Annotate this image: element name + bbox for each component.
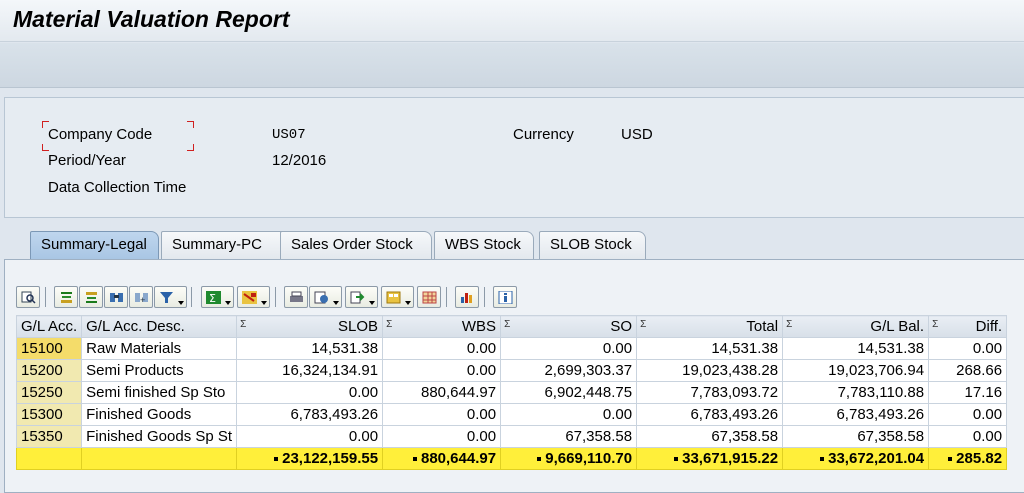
export-icon[interactable] [345,286,378,308]
tab-summary-legal[interactable]: Summary-Legal [30,231,159,259]
title-bar: Material Valuation Report [0,0,1024,42]
grid-icon[interactable] [417,286,441,308]
so-cell[interactable]: 2,699,303.37 [500,359,638,382]
subtotal-icon[interactable] [237,286,270,308]
table-header-row: G/L Acc. G/L Acc. Desc. Σ SLOB Σ WBS Σ SO Σ… [15,315,1008,338]
desc-cell[interactable]: Finished Goods [81,403,238,426]
diff-cell[interactable]: 268.66 [928,359,1008,382]
wbs-cell[interactable]: 0.00 [382,359,502,382]
col-gl-bal[interactable]: Σ G/L Bal. [782,315,930,338]
chart-icon[interactable] [455,286,479,308]
gl-bal-cell[interactable]: 6,783,493.26 [782,403,930,426]
slob-cell[interactable]: 0.00 [236,381,384,404]
svg-text:+: + [140,295,145,304]
so-cell[interactable]: 0.00 [500,337,638,360]
diff-total-cell[interactable]: 285.82 [928,447,1008,470]
page-title: Material Valuation Report [13,6,290,32]
wbs-total-cell[interactable]: 880,644.97 [382,447,502,470]
tab-sales-order-stock[interactable]: Sales Order Stock [280,231,432,259]
table-row[interactable]: 15300 Finished Goods 6,783,493.26 0.00 0… [15,403,1008,426]
report-header-panel [4,97,1024,218]
currency-value: USD [621,126,653,143]
diff-cell[interactable]: 0.00 [928,337,1008,360]
find-icon[interactable] [104,286,128,308]
diff-cell[interactable]: 17.16 [928,381,1008,404]
table-row[interactable]: 15100 Raw Materials 14,531.38 0.00 0.00 … [15,337,1008,360]
slob-cell[interactable]: 14,531.38 [236,337,384,360]
print-icon[interactable] [284,286,308,308]
layout-select-icon[interactable] [381,286,414,308]
total-cell[interactable]: 6,783,493.26 [636,403,784,426]
gl-bal-cell[interactable]: 14,531.38 [782,337,930,360]
gl-bal-cell[interactable]: 19,023,706.94 [782,359,930,382]
table-row[interactable]: 15350 Finished Goods Sp St 0.00 0.00 67,… [15,425,1008,448]
layout-icon[interactable] [309,286,342,308]
gl-acc-cell[interactable]: 15350 [15,425,83,448]
tab-slob-stock[interactable]: SLOB Stock [539,231,646,259]
col-total[interactable]: Σ Total [636,315,784,338]
so-cell[interactable]: 0.00 [500,403,638,426]
table-row[interactable]: 15250 Semi finished Sp Sto 0.00 880,644.… [15,381,1008,404]
col-so[interactable]: Σ SO [500,315,638,338]
col-diff[interactable]: Σ Diff. [928,315,1008,338]
slob-cell[interactable]: 0.00 [236,425,384,448]
total-cell[interactable]: 19,023,438.28 [636,359,784,382]
valuation-table: G/L Acc. G/L Acc. Desc. Σ SLOB Σ WBS Σ SO Σ… [15,315,1008,470]
sort-descending-icon[interactable] [79,286,103,308]
tab-wbs-stock[interactable]: WBS Stock [434,231,534,259]
company-code-label: Company Code [48,126,153,143]
period-year-value: 12/2016 [272,152,327,169]
desc-cell[interactable]: Semi finished Sp Sto [81,381,238,404]
find-next-icon[interactable]: + [129,286,153,308]
diff-cell[interactable]: 0.00 [928,403,1008,426]
total-cell[interactable]: 67,358.58 [636,425,784,448]
desc-cell[interactable]: Semi Products [81,359,238,382]
company-code-value[interactable]: US07 [272,127,306,143]
col-gl-acc-desc[interactable]: G/L Acc. Desc. [81,315,238,338]
totals-empty-cell [81,447,238,470]
totals-empty-cell [15,447,83,470]
desc-cell[interactable]: Finished Goods Sp St [81,425,238,448]
total-total-cell[interactable]: 33,671,915.22 [636,447,784,470]
gl-bal-cell[interactable]: 67,358.58 [782,425,930,448]
gl-bal-cell[interactable]: 7,783,110.88 [782,381,930,404]
filter-icon[interactable] [154,286,187,308]
details-icon[interactable] [16,286,40,308]
gl-acc-cell[interactable]: 15250 [15,381,83,404]
svg-text:Σ: Σ [209,292,216,304]
gl-acc-cell[interactable]: 15300 [15,403,83,426]
currency-label: Currency [513,126,574,143]
slob-total-cell[interactable]: 23,122,159.55 [236,447,384,470]
info-icon[interactable] [493,286,517,308]
diff-cell[interactable]: 0.00 [928,425,1008,448]
col-gl-acc[interactable]: G/L Acc. [15,315,83,338]
col-slob[interactable]: Σ SLOB [236,315,384,338]
so-cell[interactable]: 67,358.58 [500,425,638,448]
application-toolbar [0,43,1024,88]
totals-row[interactable]: 23,122,159.55 880,644.97 9,669,110.70 33… [15,447,1008,470]
table-row[interactable]: 15200 Semi Products 16,324,134.91 0.00 2… [15,359,1008,382]
slob-cell[interactable]: 16,324,134.91 [236,359,384,382]
desc-cell[interactable]: Raw Materials [81,337,238,360]
data-collection-time-label: Data Collection Time [48,179,187,196]
so-total-cell[interactable]: 9,669,110.70 [500,447,638,470]
period-year-label: Period/Year [48,152,126,169]
slob-cell[interactable]: 6,783,493.26 [236,403,384,426]
wbs-cell[interactable]: 0.00 [382,337,502,360]
wbs-cell[interactable]: 0.00 [382,403,502,426]
gl-acc-cell[interactable]: 15200 [15,359,83,382]
col-wbs[interactable]: Σ WBS [382,315,502,338]
gl-acc-cell[interactable]: 15100 [15,337,83,360]
so-cell[interactable]: 6,902,448.75 [500,381,638,404]
wbs-cell[interactable]: 0.00 [382,425,502,448]
wbs-cell[interactable]: 880,644.97 [382,381,502,404]
total-cell[interactable]: 7,783,093.72 [636,381,784,404]
sort-ascending-icon[interactable] [54,286,78,308]
total-cell[interactable]: 14,531.38 [636,337,784,360]
sum-icon[interactable]: Σ [201,286,234,308]
gl-bal-total-cell[interactable]: 33,672,201.04 [782,447,930,470]
